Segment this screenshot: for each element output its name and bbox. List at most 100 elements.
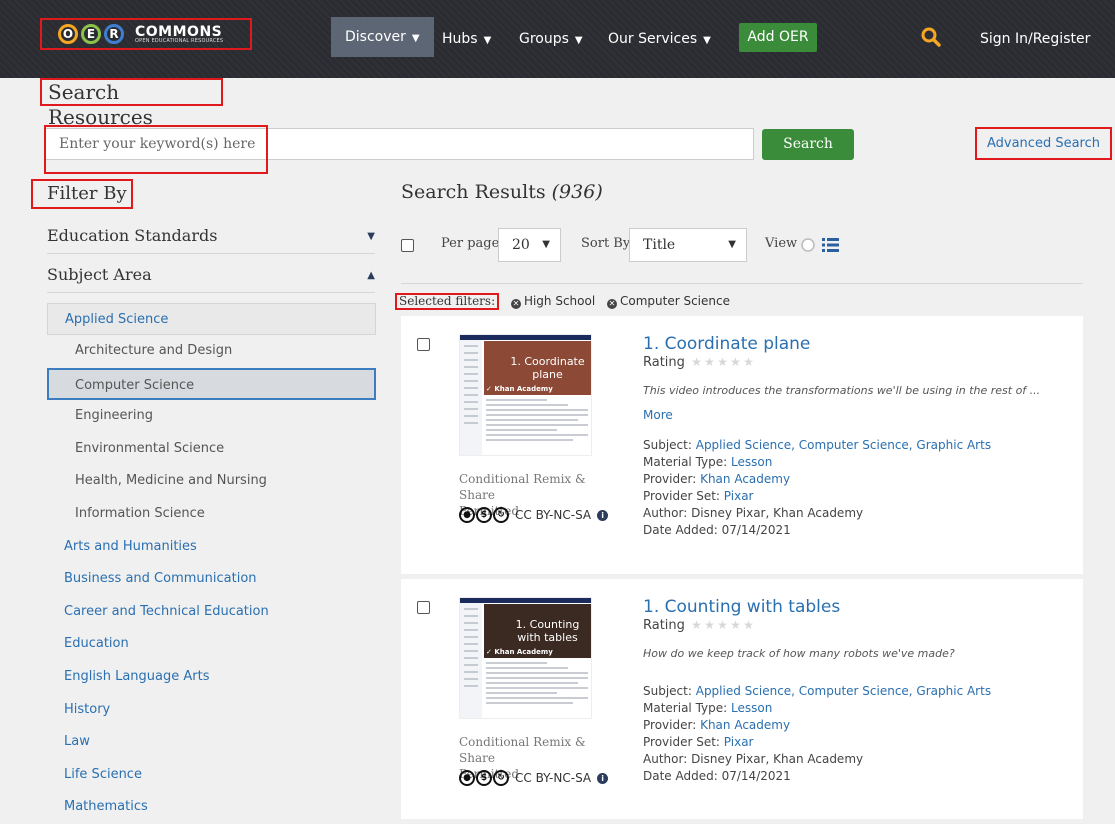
subject-item-english-language-arts[interactable]: English Language Arts	[47, 661, 376, 694]
thumbnail-sidebar	[460, 603, 482, 718]
subject-item-computer-science[interactable]: Computer Science	[47, 367, 376, 401]
subject-row: Subject: Applied Science, Computer Scien…	[643, 437, 991, 454]
facet-education-standards[interactable]: Education Standards ▼	[47, 226, 375, 256]
filter-chip-high-school[interactable]: ✕ High School	[510, 294, 596, 309]
provider-link[interactable]: Khan Academy	[700, 718, 790, 732]
nav-groups[interactable]: Groups ▼	[519, 22, 583, 56]
provider-label: Provider:	[643, 718, 697, 732]
search-icon[interactable]	[921, 27, 941, 47]
result-card: 1. Coordinate plane ✓ Khan Academy Condi…	[401, 316, 1083, 574]
subject-item-information-science[interactable]: Information Science	[47, 498, 376, 531]
subject-item-engineering[interactable]: Engineering	[47, 400, 376, 433]
facet-label: Subject Area	[47, 265, 152, 284]
star-icon[interactable]: ★	[704, 356, 715, 368]
subject-item-life-science[interactable]: Life Science	[47, 759, 376, 792]
subject-links[interactable]: Applied Science, Computer Science, Graph…	[696, 684, 991, 698]
subject-item-arts-and-humanities[interactable]: Arts and Humanities	[47, 531, 376, 564]
nav-our-services[interactable]: Our Services ▼	[608, 22, 711, 56]
selected-filters-label: Selected filters:	[395, 293, 500, 310]
date-added-row: Date Added: 07/14/2021	[643, 522, 991, 539]
filter-chip-computer-science[interactable]: ✕ Computer Science	[607, 294, 730, 309]
thumbnail-title: 1. Counting with tables	[515, 618, 580, 644]
caret-up-icon[interactable]: ▲	[367, 270, 375, 281]
logo-letter-o: O	[58, 24, 78, 44]
more-link[interactable]: More	[643, 408, 673, 422]
subject-item-environmental-science[interactable]: Environmental Science	[47, 433, 376, 466]
grid-view-radio-icon[interactable]	[801, 238, 815, 252]
material-type-link[interactable]: Lesson	[731, 701, 772, 715]
resource-metadata: Subject: Applied Science, Computer Scien…	[643, 437, 991, 539]
keyword-search-field[interactable]	[44, 128, 754, 160]
provider-set-link[interactable]: Pixar	[724, 735, 754, 749]
provider-set-link[interactable]: Pixar	[724, 489, 754, 503]
subject-item-education[interactable]: Education	[47, 628, 376, 661]
star-icon[interactable]: ★	[743, 356, 754, 368]
star-icon[interactable]: ★	[717, 619, 728, 631]
material-type-link[interactable]: Lesson	[731, 455, 772, 469]
per-page-value: 20	[512, 237, 530, 253]
caret-down-icon[interactable]: ▼	[367, 231, 375, 242]
resource-description: This video introduces the transformation…	[643, 384, 1041, 397]
nav-discover-label: Discover	[345, 29, 406, 45]
subject-item-history[interactable]: History	[47, 694, 376, 727]
sort-by-value: Title	[643, 237, 676, 253]
rating-stars[interactable]: ★ ★ ★ ★ ★	[689, 618, 754, 633]
sort-by-select[interactable]: Title ▼	[629, 228, 747, 262]
star-icon[interactable]: ★	[691, 619, 702, 631]
chip-label: Computer Science	[620, 294, 730, 308]
star-icon[interactable]: ★	[730, 619, 741, 631]
resource-metadata: Subject: Applied Science, Computer Scien…	[643, 683, 991, 785]
nav-discover[interactable]: Discover ▼	[331, 17, 434, 57]
subject-label: Subject:	[643, 438, 692, 452]
remove-filter-icon[interactable]: ✕	[510, 299, 521, 309]
add-oer-button[interactable]: Add OER	[739, 23, 817, 52]
star-icon[interactable]: ★	[743, 619, 754, 631]
thumbnail-text-lines	[486, 662, 588, 707]
star-icon[interactable]: ★	[730, 356, 741, 368]
select-all-checkbox[interactable]	[401, 239, 414, 252]
logo-letter-r: R	[104, 24, 124, 44]
author-row: Author: Disney Pixar, Khan Academy	[643, 751, 991, 768]
subject-item-law[interactable]: Law	[47, 726, 376, 759]
view-label: View	[765, 236, 798, 251]
date-added-row: Date Added: 07/14/2021	[643, 768, 991, 785]
info-icon[interactable]: i	[597, 509, 609, 521]
resource-thumbnail[interactable]: 1. Counting with tables ✓ Khan Academy	[459, 597, 592, 719]
subject-item-career-and-technical-education[interactable]: Career and Technical Education	[47, 596, 376, 629]
subject-item-architecture-and-design[interactable]: Architecture and Design	[47, 335, 376, 368]
license-badge[interactable]: ● $ ↻ CC BY-NC-SA i	[459, 770, 609, 786]
sign-in-register-link[interactable]: Sign In/Register	[980, 22, 1090, 56]
oer-commons-logo[interactable]: O E R COMMONS OPEN EDUCATIONAL RESOURCES	[40, 18, 252, 50]
subject-item-mathematics[interactable]: Mathematics	[47, 791, 376, 824]
per-page-select[interactable]: 20 ▼	[498, 228, 561, 262]
nav-hubs[interactable]: Hubs ▼	[442, 22, 491, 56]
result-checkbox[interactable]	[417, 338, 430, 351]
subject-item-applied-science[interactable]: Applied Science	[47, 303, 376, 335]
resource-title-link[interactable]: 1. Coordinate plane	[643, 334, 810, 354]
logo-letter-e: E	[81, 24, 101, 44]
search-button[interactable]: Search	[762, 129, 854, 160]
star-icon[interactable]: ★	[691, 356, 702, 368]
chevron-down-icon: ▼	[703, 35, 711, 46]
logo-subtitle: OPEN EDUCATIONAL RESOURCES	[135, 37, 224, 44]
provider-link[interactable]: Khan Academy	[700, 472, 790, 486]
facet-subject-area[interactable]: Subject Area ▲	[47, 265, 375, 295]
rating-stars[interactable]: ★ ★ ★ ★ ★	[689, 355, 754, 370]
star-icon[interactable]: ★	[717, 356, 728, 368]
star-icon[interactable]: ★	[704, 619, 715, 631]
result-checkbox[interactable]	[417, 601, 430, 614]
resource-title-link[interactable]: 1. Counting with tables	[643, 597, 840, 617]
license-badge[interactable]: ● $ ↻ CC BY-NC-SA i	[459, 507, 609, 523]
search-input[interactable]	[45, 129, 753, 159]
subject-item-health-medicine-and-nursing[interactable]: Health, Medicine and Nursing	[47, 465, 376, 498]
provider-set-row: Provider Set: Pixar	[643, 488, 991, 505]
remove-filter-icon[interactable]: ✕	[607, 299, 617, 309]
chip-label: High School	[523, 294, 596, 308]
advanced-search-link[interactable]: Advanced Search	[975, 127, 1112, 160]
resource-thumbnail[interactable]: 1. Coordinate plane ✓ Khan Academy	[459, 334, 592, 456]
subject-links[interactable]: Applied Science, Computer Science, Graph…	[696, 438, 991, 452]
list-view-icon[interactable]	[822, 238, 839, 252]
subject-item-business-and-communication[interactable]: Business and Communication	[47, 563, 376, 596]
info-icon[interactable]: i	[597, 772, 609, 784]
cc-nc-icon: $	[476, 770, 492, 786]
